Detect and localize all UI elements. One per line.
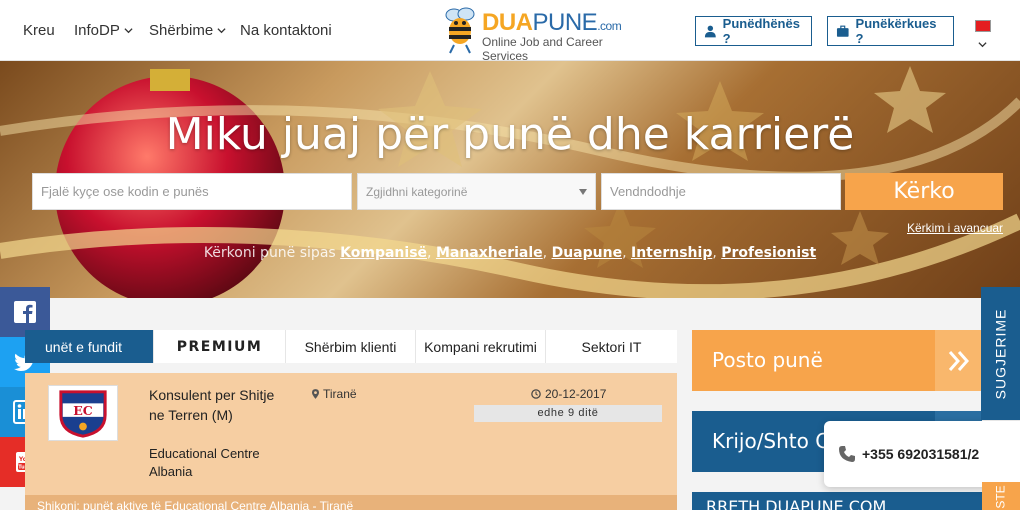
browse-link-internship[interactable]: Internship: [631, 245, 712, 261]
job-seeker-button[interactable]: Punëkërkues ?: [827, 16, 954, 46]
browse-link-duapune[interactable]: Duapune: [552, 245, 623, 261]
about-duapune-header[interactable]: RRETH DUAPUNE.COM: [692, 492, 982, 510]
browse-by-line: Kërkoni punë sipas Kompanisë, Manaxheria…: [203, 245, 817, 261]
chevron-down-icon: [124, 28, 133, 34]
tab-latest-jobs[interactable]: unët e fundit: [25, 330, 154, 363]
browse-prefix: Kërkoni punë sipas: [203, 245, 336, 261]
logo-brand-pune: PUNE: [532, 9, 598, 36]
job-location-text: Tiranë: [323, 387, 357, 401]
nav-kreu-label: Kreu: [23, 22, 55, 39]
user-tie-icon: [704, 25, 716, 38]
advanced-search-link[interactable]: Kërkim i avancuar: [907, 221, 1003, 235]
briefcase-icon: [836, 25, 849, 37]
page: Kreu InfoDP Shërbime Na kontaktoni DUAPU…: [0, 0, 1020, 510]
double-chevron-right-icon: [935, 330, 982, 391]
nav-na-kontaktoni-label: Na kontaktoni: [240, 22, 332, 39]
tab-recruitment-companies[interactable]: Kompani rekrutimi: [416, 330, 546, 363]
employer-button-label: Punëdhënës ?: [722, 16, 800, 46]
logo-wordmark: DUAPUNE.com: [482, 9, 622, 37]
hero-title: Miku juaj për punë dhe karrierë: [165, 109, 855, 160]
search-button[interactable]: Kërko: [845, 173, 1003, 210]
logo-brand-dua: DUA: [482, 9, 533, 36]
job-footer-link[interactable]: Shikoni: punët aktive të Educational Cen…: [25, 495, 677, 510]
bottom-side-tab[interactable]: STE: [982, 482, 1020, 510]
category-select[interactable]: Zgjidhni kategorinë: [357, 173, 596, 210]
job-title[interactable]: Konsulent per Shitje ne Terren (M): [149, 385, 279, 425]
top-navbar: Kreu InfoDP Shërbime Na kontaktoni DUAPU…: [0, 0, 1020, 63]
chevron-down-icon: [217, 28, 226, 34]
nav-infodp[interactable]: InfoDP: [74, 22, 133, 39]
facebook-icon: [14, 301, 36, 323]
job-location: Tiranë: [312, 387, 357, 401]
job-seeker-button-label: Punëkërkues ?: [855, 16, 937, 46]
phone-icon: [839, 446, 855, 462]
browse-link-manaxheriale[interactable]: Manaxheriale: [436, 245, 543, 261]
tab-customer-service[interactable]: Shërbim klienti: [286, 330, 416, 363]
job-tabs: unët e fundit PREMIUM Shërbim klienti Ko…: [25, 330, 677, 363]
chevron-down-icon[interactable]: [978, 40, 987, 49]
feedback-side-tab[interactable]: SUGJERIME: [981, 287, 1020, 420]
post-job-button[interactable]: Posto punë: [692, 330, 982, 391]
map-marker-icon: [312, 389, 319, 399]
category-placeholder: Zgjidhni kategorinë: [366, 184, 468, 199]
tab-premium[interactable]: PREMIUM: [154, 330, 286, 363]
nav-na-kontaktoni[interactable]: Na kontaktoni: [240, 22, 332, 39]
employer-button[interactable]: Punëdhënës ?: [695, 16, 812, 46]
post-job-label: Posto punë: [712, 348, 823, 372]
job-listing-card[interactable]: EC Konsulent per Shitje ne Terren (M) Ed…: [25, 373, 677, 496]
company-logo-text: EC: [73, 403, 93, 418]
nav-infodp-label: InfoDP: [74, 22, 120, 39]
job-date: 20-12-2017: [531, 387, 606, 401]
company-shield-logo: EC: [59, 390, 107, 438]
logo-brand-com: .com: [597, 19, 622, 33]
caret-down-icon: [579, 189, 587, 195]
hero-banner: Miku juaj për punë dhe karrierë Fjalë ky…: [0, 61, 1020, 298]
keyword-search-input[interactable]: Fjalë kyçe ose kodin e punës: [32, 173, 352, 210]
phone-contact-widget[interactable]: +355 692031581/2: [824, 421, 1020, 487]
duapune-logo[interactable]: DUAPUNE.com Online Job and Career Servic…: [440, 5, 645, 63]
location-input[interactable]: Vendndodhje: [601, 173, 841, 210]
nav-sherbime[interactable]: Shërbime: [149, 22, 226, 39]
browse-link-profesionist[interactable]: Profesionist: [721, 245, 816, 261]
phone-number: +355 692031581/2: [862, 446, 980, 462]
bee-mascot-icon: [445, 7, 475, 54]
job-date-text: 20-12-2017: [545, 387, 607, 401]
tab-it-sector[interactable]: Sektori IT: [546, 330, 677, 363]
company-logo[interactable]: EC: [48, 385, 118, 441]
nav-sherbime-label: Shërbime: [149, 22, 214, 39]
clock-icon: [531, 389, 541, 399]
albanian-flag-icon[interactable]: [975, 20, 991, 32]
job-company[interactable]: Educational Centre Albania: [149, 445, 289, 481]
location-placeholder: Vendndodhje: [610, 184, 686, 199]
keyword-placeholder: Fjalë kyçe ose kodin e punës: [41, 184, 209, 199]
bottom-side-tab-label: STE: [994, 485, 1008, 509]
nav-kreu[interactable]: Kreu: [23, 22, 55, 39]
feedback-side-tab-label: SUGJERIME: [992, 308, 1009, 399]
job-days-remaining: edhe 9 ditë: [474, 405, 662, 422]
logo-tagline: Online Job and Career Services: [482, 35, 603, 63]
browse-link-kompanise[interactable]: Kompanisë: [340, 245, 427, 261]
